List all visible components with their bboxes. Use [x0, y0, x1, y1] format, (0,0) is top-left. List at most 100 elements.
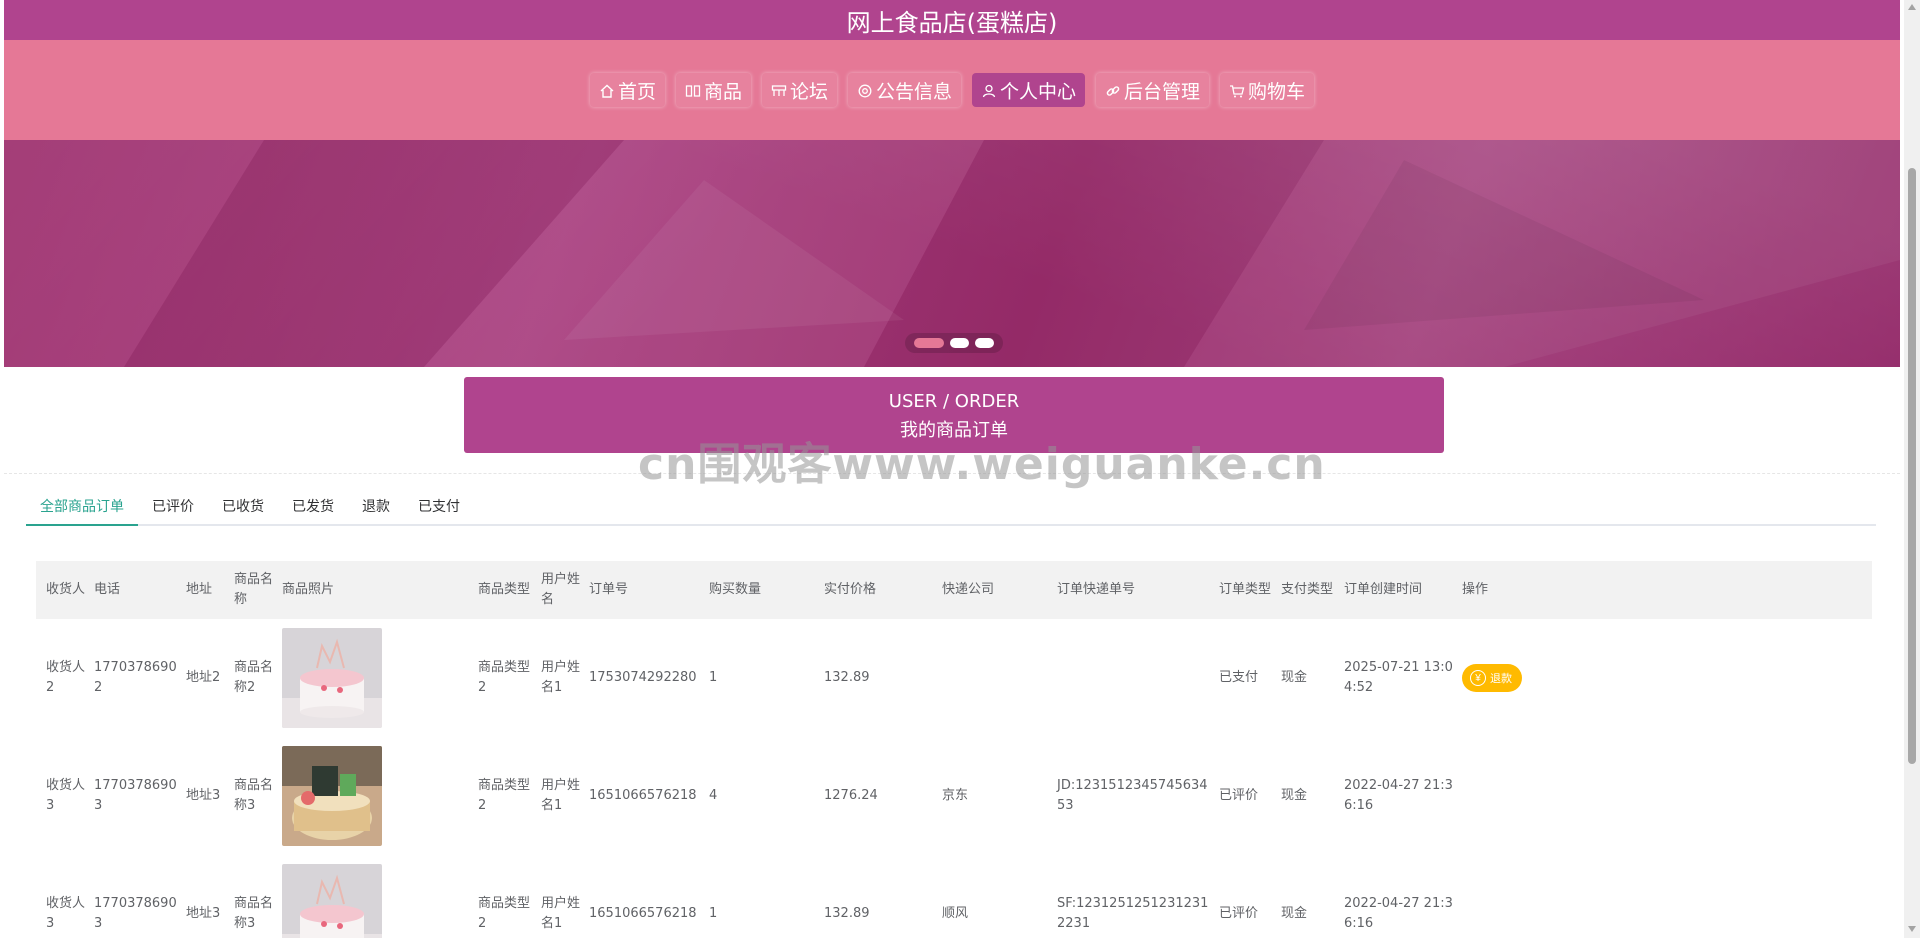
- cell-receiver: 收货人3: [46, 778, 86, 813]
- nav-item-user[interactable]: 个人中心: [972, 73, 1086, 107]
- user-icon: [981, 82, 997, 98]
- page-frame: 网上食品店(蛋糕店) 首页 商品 论坛 公告信息 个人中心 后台管理 购物车 USER / …: [4, 0, 1900, 938]
- site-title-bar: 网上食品店(蛋糕店): [4, 0, 1900, 40]
- nav-item-label: 个人中心: [1000, 80, 1077, 103]
- cell-address: 地址3: [186, 906, 221, 921]
- cell-type: 商品类型2: [478, 778, 531, 813]
- watermark: cn围观客www.weiguanke.cn: [638, 439, 1326, 490]
- cell-pay: 现金: [1281, 670, 1308, 685]
- cell-phone: 17703786903: [94, 778, 177, 813]
- nav-item-label: 公告信息: [875, 80, 952, 103]
- cell-tracking: SF:12312512512312312231: [1057, 896, 1209, 931]
- nav-item-label: 后台管理: [1124, 80, 1201, 103]
- column-header: 实付价格: [824, 582, 877, 597]
- cell-receiver: 收货人2: [46, 660, 86, 695]
- carousel-dot[interactable]: [975, 338, 994, 348]
- nav-item-label: 商品: [703, 80, 742, 103]
- nav-item-cart[interactable]: 购物车: [1220, 73, 1315, 107]
- tab-4[interactable]: 退款: [348, 488, 404, 524]
- cell-status: 已支付: [1219, 670, 1259, 685]
- cell-courier: [942, 619, 1057, 737]
- cell-type: 商品类型2: [478, 660, 531, 695]
- order-tabs: 全部商品订单 已评价 已收货 已发货 退款 已支付: [26, 488, 1876, 526]
- column-header: 快递公司: [942, 582, 995, 597]
- scrollbar-thumb[interactable]: [1908, 168, 1916, 764]
- cell-product: 商品名称2: [234, 660, 274, 695]
- cell-price: 1276.24: [824, 788, 878, 803]
- cell-created: 2022-04-27 21:36:16: [1344, 896, 1453, 931]
- column-header: 订单快递单号: [1057, 582, 1136, 597]
- tab-3[interactable]: 已发货: [278, 488, 348, 524]
- column-header: 用户姓名: [541, 572, 581, 607]
- nav-item-label: 论坛: [789, 80, 828, 103]
- tab-1[interactable]: 已评价: [138, 488, 208, 524]
- column-header: 购买数量: [709, 582, 762, 597]
- table-row: 收货人2 17703786902 地址2 商品名称2 商品类型2 用户姓名1 1753074…: [36, 619, 1872, 737]
- cell-courier: 顺风: [942, 906, 969, 921]
- cell-price: 132.89: [824, 670, 870, 685]
- table-body: 收货人2 17703786902 地址2 商品名称2 商品类型2 用户姓名1 1753074…: [36, 619, 1872, 938]
- refund-button[interactable]: ¥ 退款: [1462, 664, 1522, 692]
- link-icon: [1105, 82, 1121, 98]
- column-header: 支付类型: [1281, 582, 1334, 597]
- scroll-down-icon[interactable]: [1908, 926, 1916, 932]
- table-header: 收货人 电话 地址 商品名称 商品照片 商品类型 用户姓名 订单号 购买数量 实付价格 快递公司 订单…: [36, 561, 1872, 619]
- column-header: 商品照片: [282, 582, 335, 597]
- table-row: 收货人3 17703786903 地址3 商品名称3 商品类型2 用户姓名1 1651066…: [36, 855, 1872, 938]
- cell-status: 已评价: [1219, 906, 1259, 921]
- scroll-up-icon[interactable]: [1908, 4, 1916, 10]
- vertical-scrollbar[interactable]: [1904, 0, 1920, 938]
- cell-tracking: JD:123151234574563453: [1057, 778, 1208, 813]
- cell-user: 用户姓名1: [541, 660, 581, 695]
- carousel-dot[interactable]: [950, 338, 969, 348]
- cell-order-no: 1651066576218: [589, 906, 697, 921]
- product-photo-cell: [282, 855, 478, 938]
- carousel-dot[interactable]: [914, 338, 944, 348]
- cell-type: 商品类型2: [478, 896, 531, 931]
- yen-icon: ¥: [1470, 670, 1486, 686]
- nav-item-grid[interactable]: 商品: [675, 73, 751, 107]
- cell-pay: 现金: [1281, 906, 1308, 921]
- cell-pay: 现金: [1281, 788, 1308, 803]
- carousel-banner[interactable]: [4, 140, 1900, 367]
- product-photo-cell: [282, 619, 478, 737]
- nav-item-link[interactable]: 后台管理: [1096, 73, 1210, 107]
- product-photo[interactable]: [282, 864, 382, 938]
- column-header: 订单类型: [1219, 582, 1272, 597]
- tab-0[interactable]: 全部商品订单: [26, 488, 138, 526]
- action-cell: [1462, 737, 1562, 855]
- product-photo[interactable]: [282, 628, 382, 728]
- grid-icon: [685, 82, 701, 98]
- orders-table: 收货人 电话 地址 商品名称 商品照片 商品类型 用户姓名 订单号 购买数量 实付价格 快递公司 订单…: [36, 561, 1872, 938]
- tab-5[interactable]: 已支付: [404, 488, 474, 524]
- cell-order-no: 1651066576218: [589, 788, 697, 803]
- column-header: 订单创建时间: [1344, 582, 1423, 597]
- cell-qty: 1: [709, 670, 718, 685]
- action-cell: [1462, 855, 1562, 938]
- column-header: 订单号: [589, 582, 629, 597]
- cell-status: 已评价: [1219, 788, 1259, 803]
- cell-created: 2022-04-27 21:36:16: [1344, 778, 1453, 813]
- cell-address: 地址3: [186, 788, 221, 803]
- column-header: 地址: [186, 582, 213, 597]
- nav-item-label: 购物车: [1248, 80, 1306, 103]
- refund-label: 退款: [1490, 673, 1512, 685]
- nav-item-home[interactable]: 首页: [589, 73, 665, 107]
- carousel-indicators: [905, 333, 1003, 353]
- column-header: 收货人: [46, 582, 86, 597]
- cart-icon: [1229, 82, 1245, 98]
- tab-2[interactable]: 已收货: [208, 488, 278, 524]
- site-title: 网上食品店(蛋糕店): [846, 8, 1058, 37]
- section-title-en: USER / ORDER: [888, 391, 1020, 412]
- nav-item-at[interactable]: 公告信息: [847, 73, 961, 107]
- cell-address: 地址2: [186, 670, 221, 685]
- at-icon: [857, 82, 873, 98]
- action-cell: ¥ 退款: [1462, 619, 1562, 737]
- column-header: 电话: [94, 582, 121, 597]
- cell-product: 商品名称3: [234, 778, 274, 813]
- nav-item-forum[interactable]: 论坛: [761, 73, 837, 107]
- cell-user: 用户姓名1: [541, 778, 581, 813]
- cell-phone: 17703786902: [94, 660, 177, 695]
- forum-icon: [771, 82, 787, 98]
- product-photo[interactable]: [282, 746, 382, 846]
